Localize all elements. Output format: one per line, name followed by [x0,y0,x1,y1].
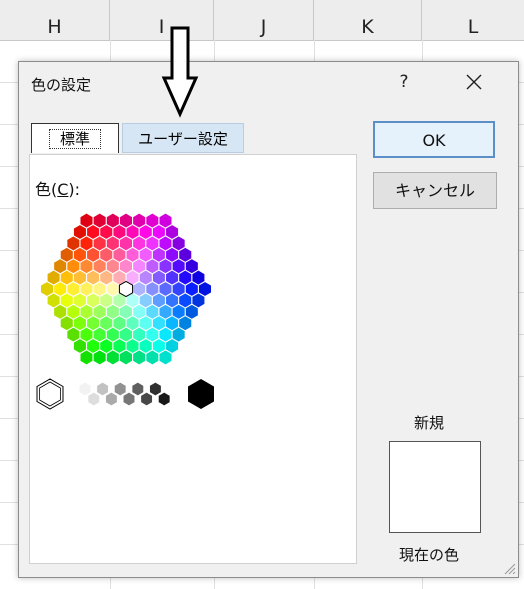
column-header-j[interactable]: J [214,0,314,40]
cancel-button[interactable]: キャンセル [373,172,497,209]
down-arrow-icon [161,26,199,118]
gray-swatch [149,382,162,396]
column-header-h[interactable]: H [0,0,110,40]
colors-label-accesskey: C [57,180,69,199]
gray-swatch [114,382,127,396]
tab-standard[interactable]: 標準 [31,123,119,153]
close-icon [466,74,482,90]
black-swatch [188,379,214,409]
gray-swatch [123,392,135,406]
gray-swatch [79,382,91,396]
gray-swatch [96,382,109,396]
ok-button[interactable]: OK [373,121,495,158]
current-color-label: 現在の色 [399,546,460,564]
column-header-k[interactable]: K [314,0,422,40]
dialog-title: 色の設定 [31,76,92,94]
gray-swatch [105,392,118,406]
resize-grip-icon[interactable] [502,561,516,575]
close-button[interactable] [459,68,489,96]
colors-label-suffix: ): [68,180,81,199]
column-header-row: H I J K L [0,0,524,41]
white-swatch [36,378,64,410]
new-color-label: 新規 [414,414,445,432]
gray-swatch [131,382,144,396]
gray-swatch [158,392,171,406]
tab-standard-label: 標準 [48,129,101,149]
color-dialog: 色の設定 ? 標準 ユーザー設定 色(C): OK キャンセル 新規 現在の色 [18,61,519,578]
colors-label: 色(C): [35,176,80,200]
column-header-l[interactable]: L [422,0,524,40]
gray-swatch [87,392,100,406]
help-button[interactable]: ? [394,72,414,92]
color-honeycomb[interactable] [33,198,333,438]
gray-swatch [140,392,153,406]
color-preview [389,441,481,533]
colors-label-prefix: 色( [35,180,58,199]
tab-custom[interactable]: ユーザー設定 [122,123,244,153]
